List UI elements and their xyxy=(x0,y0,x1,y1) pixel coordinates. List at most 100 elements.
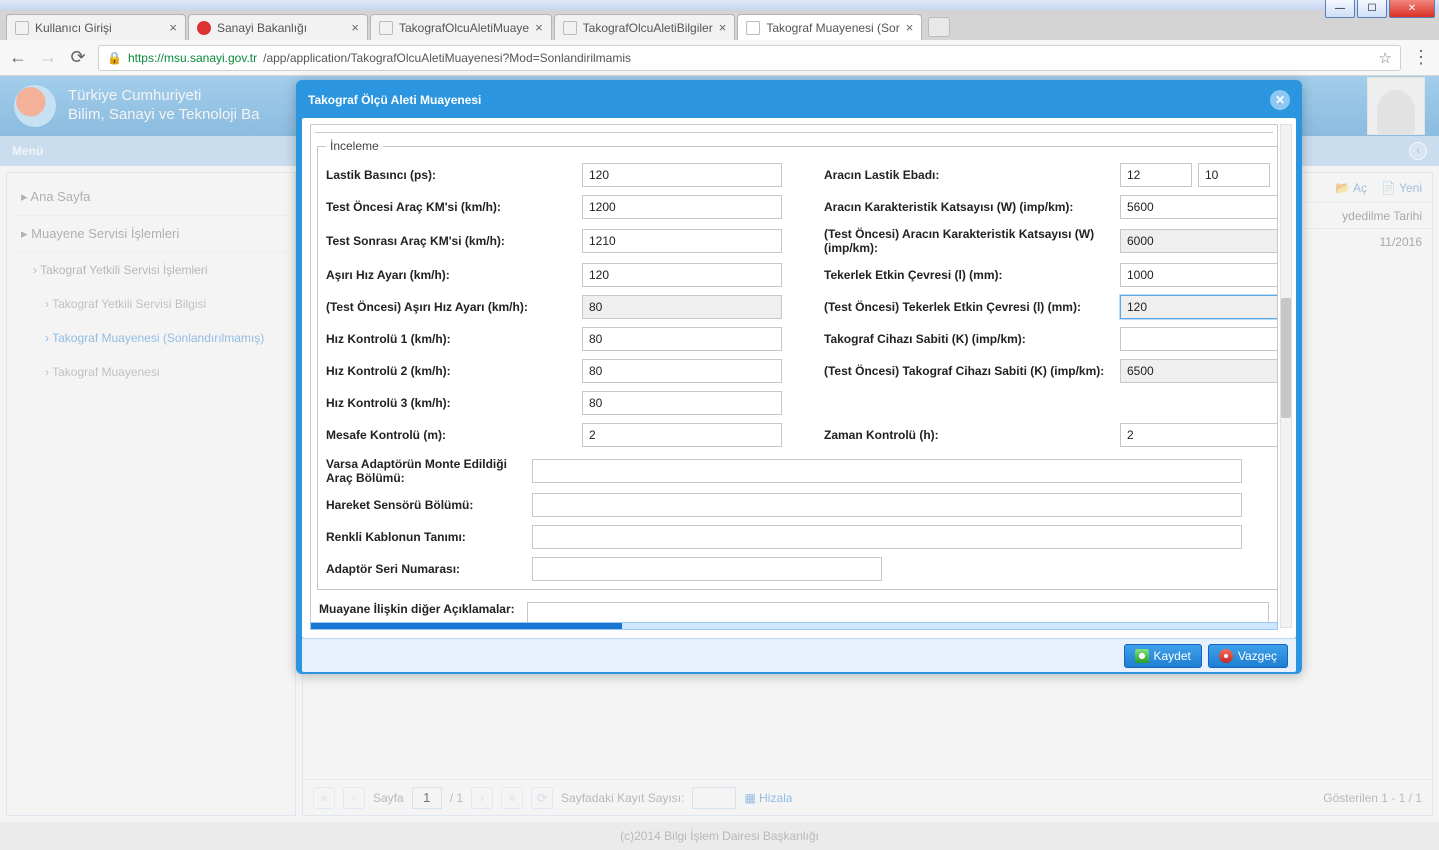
modal-body: İnceleme Lastik Basıncı (ps): Aracın Las… xyxy=(302,118,1296,638)
label-asiri-hiz: Aşırı Hız Ayarı (km/h): xyxy=(326,268,576,282)
input-cihaz-sabiti[interactable] xyxy=(1120,327,1278,351)
browser-toolbar: ← → ⟳ 🔒 https://msu.sanayi.gov.tr/app/ap… xyxy=(0,40,1439,76)
tab-title: Takograf Muayenesi (Sor xyxy=(766,21,899,35)
window-titlebar: — ☐ ✕ xyxy=(0,0,1439,10)
bookmark-icon[interactable]: ☆ xyxy=(1379,49,1392,67)
label-adaptor-seri: Adaptör Seri Numarası: xyxy=(326,562,526,576)
input-test-oncesi-km[interactable] xyxy=(582,195,782,219)
tab-title: TakografOlcuAletiBilgiler xyxy=(583,21,713,35)
window-max-button[interactable]: ☐ xyxy=(1357,0,1387,18)
label-oncesi-asiri-hiz: (Test Öncesi) Aşırı Hız Ayarı (km/h): xyxy=(326,300,576,314)
modal-title-bar[interactable]: Takograf Ölçü Aleti Muayenesi ✕ xyxy=(302,86,1296,118)
label-oncesi-tekerlek-etkin: (Test Öncesi) Tekerlek Etkin Çevresi (l)… xyxy=(824,300,1114,314)
label-karakteristik-w: Aracın Karakteristik Katsayısı (W) (imp/… xyxy=(824,200,1114,214)
page-icon xyxy=(379,21,393,35)
input-adaptor-seri[interactable] xyxy=(532,557,882,581)
label-tire-r: R xyxy=(1276,168,1278,182)
label-hiz2: Hız Kontrolü 2 (km/h): xyxy=(326,364,576,378)
input-renkli-kablo[interactable] xyxy=(532,525,1242,549)
cancel-label: Vazgeç xyxy=(1238,649,1277,663)
label-mesafe: Mesafe Kontrolü (m): xyxy=(326,428,576,442)
reload-button[interactable]: ⟳ xyxy=(68,47,88,68)
tire-size-group: R xyxy=(1120,163,1278,187)
label-test-sonrasi-km: Test Sonrası Araç KM'si (km/h): xyxy=(326,234,576,248)
browser-tab-active[interactable]: Takograf Muayenesi (Sor × xyxy=(737,14,922,40)
tab-title: TakografOlcuAletiMuaye xyxy=(399,21,529,35)
page-icon xyxy=(563,21,577,35)
input-zaman[interactable] xyxy=(1120,423,1278,447)
forward-button[interactable]: → xyxy=(38,47,58,68)
page-icon xyxy=(746,21,760,35)
input-oncesi-asiri-hiz xyxy=(582,295,782,319)
input-oncesi-karakteristik-w xyxy=(1120,229,1278,253)
label-lastik-ebadi: Aracın Lastik Ebadı: xyxy=(824,168,1114,182)
browser-tab[interactable]: Sanayi Bakanlığı × xyxy=(188,14,368,40)
input-hareket-sensoru[interactable] xyxy=(532,493,1242,517)
cancel-icon xyxy=(1219,649,1233,663)
url-path: /app/application/TakografOlcuAletiMuayen… xyxy=(263,51,631,65)
label-oncesi-cihaz-sabiti: (Test Öncesi) Takograf Cihazı Sabiti (K)… xyxy=(824,364,1114,378)
input-adaptor-bolumu[interactable] xyxy=(532,459,1242,483)
close-icon[interactable]: × xyxy=(351,20,359,35)
browser-tab[interactable]: Kullanıcı Girişi × xyxy=(6,14,186,40)
browser-menu-button[interactable]: ⋮ xyxy=(1411,47,1431,68)
label-zaman: Zaman Kontrolü (h): xyxy=(824,428,1114,442)
scrollbar-thumb[interactable] xyxy=(1281,298,1291,418)
modal-dialog: Takograf Ölçü Aleti Muayenesi ✕ İnceleme… xyxy=(296,80,1302,674)
progress-mark xyxy=(620,623,622,629)
new-tab-button[interactable] xyxy=(928,17,950,37)
label-cihaz-sabiti: Takograf Cihazı Sabiti (K) (imp/km): xyxy=(824,332,1114,346)
modal-footer: Kaydet Vazgeç xyxy=(302,638,1296,672)
save-label: Kaydet xyxy=(1154,649,1191,663)
label-adaptor-bolumu: Varsa Adaptörün Monte Edildiği Araç Bölü… xyxy=(326,457,526,485)
progress-bar xyxy=(310,622,1278,630)
close-icon[interactable]: × xyxy=(535,20,543,35)
input-hiz3[interactable] xyxy=(582,391,782,415)
input-hiz1[interactable] xyxy=(582,327,782,351)
browser-tabstrip: Kullanıcı Girişi × Sanayi Bakanlığı × Ta… xyxy=(0,10,1439,40)
lock-icon: 🔒 xyxy=(107,51,122,65)
input-tire-ratio[interactable] xyxy=(1198,163,1270,187)
input-mesafe[interactable] xyxy=(582,423,782,447)
page-icon xyxy=(197,21,211,35)
fieldset-legend: İnceleme xyxy=(326,139,383,153)
modal-title: Takograf Ölçü Aleti Muayenesi xyxy=(308,93,481,107)
back-button[interactable]: ← xyxy=(8,47,28,68)
input-lastik-basinci[interactable] xyxy=(582,163,782,187)
cancel-button[interactable]: Vazgeç xyxy=(1208,644,1288,668)
page-icon xyxy=(15,21,29,35)
modal-scroll-area[interactable]: İnceleme Lastik Basıncı (ps): Aracın Las… xyxy=(310,124,1278,628)
label-hareket-sensoru: Hareket Sensörü Bölümü: xyxy=(326,498,526,512)
label-oncesi-karakteristik-w: (Test Öncesi) Aracın Karakteristik Katsa… xyxy=(824,227,1114,255)
fieldset-inceleme: İnceleme Lastik Basıncı (ps): Aracın Las… xyxy=(317,139,1278,590)
label-hiz3: Hız Kontrolü 3 (km/h): xyxy=(326,396,576,410)
input-test-sonrasi-km[interactable] xyxy=(582,229,782,253)
tab-title: Sanayi Bakanlığı xyxy=(217,21,345,35)
browser-tab[interactable]: TakografOlcuAletiBilgiler × xyxy=(554,14,736,40)
input-oncesi-tekerlek-etkin xyxy=(1120,295,1278,319)
label-test-oncesi-km: Test Öncesi Araç KM'si (km/h): xyxy=(326,200,576,214)
window-min-button[interactable]: — xyxy=(1325,0,1355,18)
address-bar[interactable]: 🔒 https://msu.sanayi.gov.tr/app/applicat… xyxy=(98,45,1401,71)
modal-close-button[interactable]: ✕ xyxy=(1270,90,1290,110)
progress-done xyxy=(311,623,620,629)
close-icon[interactable]: × xyxy=(169,20,177,35)
label-tekerlek-etkin: Tekerlek Etkin Çevresi (l) (mm): xyxy=(824,268,1114,282)
input-tekerlek-etkin[interactable] xyxy=(1120,263,1278,287)
url-host: https://msu.sanayi.gov.tr xyxy=(128,51,257,65)
browser-tab[interactable]: TakografOlcuAletiMuaye × xyxy=(370,14,552,40)
close-icon[interactable]: × xyxy=(906,20,914,35)
label-lastik-basinci: Lastik Basıncı (ps): xyxy=(326,168,576,182)
tab-title: Kullanıcı Girişi xyxy=(35,21,163,35)
input-karakteristik-w[interactable] xyxy=(1120,195,1278,219)
input-tire-width[interactable] xyxy=(1120,163,1192,187)
save-button[interactable]: Kaydet xyxy=(1124,644,1202,668)
input-oncesi-cihaz-sabiti xyxy=(1120,359,1278,383)
close-icon[interactable]: × xyxy=(719,20,727,35)
save-icon xyxy=(1135,649,1149,663)
window-close-button[interactable]: ✕ xyxy=(1389,0,1435,18)
input-hiz2[interactable] xyxy=(582,359,782,383)
label-hiz1: Hız Kontrolü 1 (km/h): xyxy=(326,332,576,346)
input-asiri-hiz[interactable] xyxy=(582,263,782,287)
label-renkli-kablo: Renkli Kablonun Tanımı: xyxy=(326,530,526,544)
